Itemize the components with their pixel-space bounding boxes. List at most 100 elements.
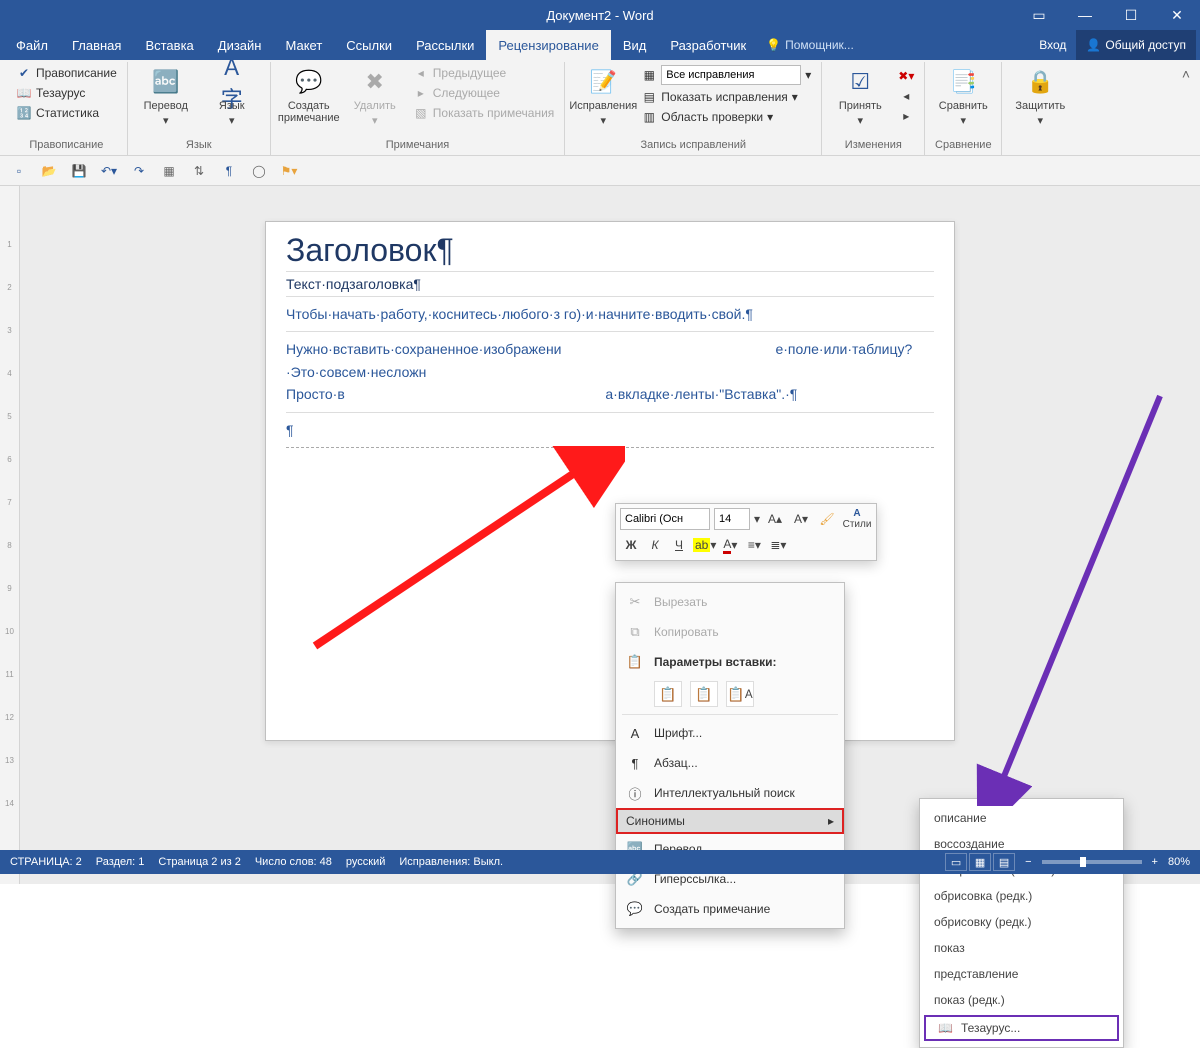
- numbering-button[interactable]: ≣▾: [767, 534, 789, 556]
- zoom-out-icon[interactable]: −: [1025, 856, 1031, 868]
- close-icon[interactable]: ✕: [1154, 0, 1200, 30]
- tab-insert[interactable]: Вставка: [133, 30, 205, 60]
- show-markup-button[interactable]: ▤Показать исправления ▾: [639, 88, 813, 106]
- table-icon[interactable]: ▦: [160, 162, 178, 180]
- signin-button[interactable]: Вход: [1029, 30, 1076, 60]
- save-icon[interactable]: 💾: [70, 162, 88, 180]
- tab-layout[interactable]: Макет: [273, 30, 334, 60]
- zoom-slider[interactable]: [1042, 860, 1142, 864]
- tab-home[interactable]: Главная: [60, 30, 133, 60]
- paste-keep-source-icon[interactable]: 📋: [654, 681, 682, 707]
- ribbon-display-icon[interactable]: ▭: [1016, 0, 1062, 30]
- synonym-item[interactable]: обрисовка (редк.): [920, 883, 1123, 909]
- doc-paragraph-2[interactable]: Нужно·вставить·сохраненное·изображени е·…: [286, 332, 934, 412]
- synonym-item[interactable]: обрисовку (редк.): [920, 909, 1123, 935]
- status-page-of[interactable]: Страница 2 из 2: [158, 856, 240, 868]
- ctx-copy[interactable]: ⧉Копировать: [616, 617, 844, 647]
- zoom-level[interactable]: 80%: [1168, 856, 1190, 868]
- tab-mailings[interactable]: Рассылки: [404, 30, 486, 60]
- compare-button[interactable]: 📑Сравнить▾: [933, 64, 993, 129]
- print-layout-icon[interactable]: ▦: [969, 853, 991, 871]
- underline-button[interactable]: Ч: [668, 534, 690, 556]
- tab-developer[interactable]: Разработчик: [658, 30, 758, 60]
- new-doc-icon[interactable]: ▫: [10, 162, 28, 180]
- ctx-synonyms[interactable]: Синонимы▸: [616, 808, 844, 834]
- italic-button[interactable]: К: [644, 534, 666, 556]
- show-comments-button[interactable]: ▧Показать примечания: [411, 104, 557, 122]
- prev-comment-button[interactable]: ◂Предыдущее: [411, 64, 557, 82]
- doc-subtitle[interactable]: Текст·подзаголовка¶: [286, 272, 934, 297]
- delete-comment-button[interactable]: ✖Удалить▾: [345, 64, 405, 129]
- sort-icon[interactable]: ⇅: [190, 162, 208, 180]
- copy-icon: ⧉: [626, 623, 644, 641]
- reviewing-pane-button[interactable]: ▥Область проверки ▾: [639, 108, 813, 126]
- status-words[interactable]: Число слов: 48: [255, 856, 332, 868]
- zoom-in-icon[interactable]: +: [1152, 856, 1158, 868]
- collapse-ribbon-icon[interactable]: ˄: [1182, 66, 1190, 82]
- ctx-font[interactable]: AШрифт...: [616, 718, 844, 748]
- next-change-icon[interactable]: ▸: [898, 108, 914, 124]
- format-painter-icon[interactable]: 🖌: [816, 508, 838, 530]
- synonym-item[interactable]: описание: [920, 805, 1123, 831]
- thesaurus-button[interactable]: 📖Тезаурус: [14, 84, 87, 102]
- stats-button[interactable]: 🔢Статистика: [14, 104, 101, 122]
- reject-icon[interactable]: ✖▾: [898, 68, 914, 84]
- open-icon[interactable]: 📂: [40, 162, 58, 180]
- synonym-item[interactable]: представление: [920, 961, 1123, 987]
- shrink-font-icon[interactable]: A▾: [790, 508, 812, 530]
- tab-view[interactable]: Вид: [611, 30, 659, 60]
- status-page[interactable]: СТРАНИЦА: 2: [10, 856, 82, 868]
- ctx-cut[interactable]: ✂Вырезать: [616, 587, 844, 617]
- status-language[interactable]: русский: [346, 856, 385, 868]
- page[interactable]: Заголовок¶ Текст·подзаголовка¶ Чтобы·нач…: [265, 221, 955, 741]
- tab-file[interactable]: Файл: [4, 30, 60, 60]
- tell-me-helper[interactable]: 💡 Помощник...: [766, 38, 854, 52]
- minimize-icon[interactable]: ―: [1062, 0, 1108, 30]
- new-comment-button[interactable]: 💬Создать примечание: [279, 64, 339, 126]
- synonym-item[interactable]: показ: [920, 935, 1123, 961]
- document-area[interactable]: Заголовок¶ Текст·подзаголовка¶ Чтобы·нач…: [20, 186, 1200, 884]
- display-dropdown[interactable]: [661, 65, 801, 85]
- language-button[interactable]: Ａ字Язык▾: [202, 64, 262, 129]
- bullets-button[interactable]: ≡▾: [743, 534, 765, 556]
- paste-merge-icon[interactable]: 📋: [690, 681, 718, 707]
- font-color-button[interactable]: A▾: [719, 534, 741, 556]
- font-family-combo[interactable]: [620, 508, 710, 530]
- tab-review[interactable]: Рецензирование: [486, 30, 610, 60]
- spelling-button[interactable]: ✔Правописание: [14, 64, 119, 82]
- paste-text-only-icon[interactable]: 📋A: [726, 681, 754, 707]
- bold-button[interactable]: Ж: [620, 534, 642, 556]
- web-layout-icon[interactable]: ▤: [993, 853, 1015, 871]
- ctx-new-comment[interactable]: 💬Создать примечание: [616, 894, 844, 924]
- doc-paragraph-empty[interactable]: ¶: [286, 413, 934, 448]
- font-size-combo[interactable]: [714, 508, 750, 530]
- prev-change-icon[interactable]: ◂: [898, 88, 914, 104]
- styles-button[interactable]: AСтили: [842, 508, 872, 530]
- highlight-button[interactable]: ab▾: [692, 534, 717, 556]
- tab-references[interactable]: Ссылки: [334, 30, 404, 60]
- track-changes-button[interactable]: 📝Исправления▾: [573, 64, 633, 129]
- flag-icon[interactable]: ⚑▾: [280, 162, 298, 180]
- undo-icon[interactable]: ↶▾: [100, 162, 118, 180]
- display-for-review[interactable]: ▦▾: [639, 64, 813, 86]
- ctx-paragraph[interactable]: ¶Абзац...: [616, 748, 844, 778]
- translate-button[interactable]: 🔤Перевод▾: [136, 64, 196, 129]
- doc-paragraph-1[interactable]: Чтобы·начать·работу,·коснитесь·любого·з …: [286, 297, 934, 332]
- status-tracking[interactable]: Исправления: Выкл.: [399, 856, 503, 868]
- read-mode-icon[interactable]: ▭: [945, 853, 967, 871]
- accept-button[interactable]: ☑Принять▾: [830, 64, 890, 129]
- redo-icon[interactable]: ↷: [130, 162, 148, 180]
- grow-font-icon[interactable]: A▴: [764, 508, 786, 530]
- ctx-smart-lookup[interactable]: ⓘИнтеллектуальный поиск: [616, 778, 844, 808]
- status-section[interactable]: Раздел: 1: [96, 856, 145, 868]
- circle-icon[interactable]: ◯: [250, 162, 268, 180]
- paragraph-icon[interactable]: ¶: [220, 162, 238, 180]
- doc-heading[interactable]: Заголовок¶: [286, 232, 934, 272]
- thesaurus-menu-item[interactable]: 📖Тезаурус...: [924, 1015, 1119, 1041]
- share-button[interactable]: 👤 Общий доступ: [1076, 30, 1196, 60]
- protect-button[interactable]: 🔒Защитить▾: [1010, 64, 1070, 129]
- synonym-item[interactable]: показ (редк.): [920, 987, 1123, 1013]
- next-comment-button[interactable]: ▸Следующее: [411, 84, 557, 102]
- maximize-icon[interactable]: ☐: [1108, 0, 1154, 30]
- paragraph-mark-icon: ¶: [626, 754, 644, 772]
